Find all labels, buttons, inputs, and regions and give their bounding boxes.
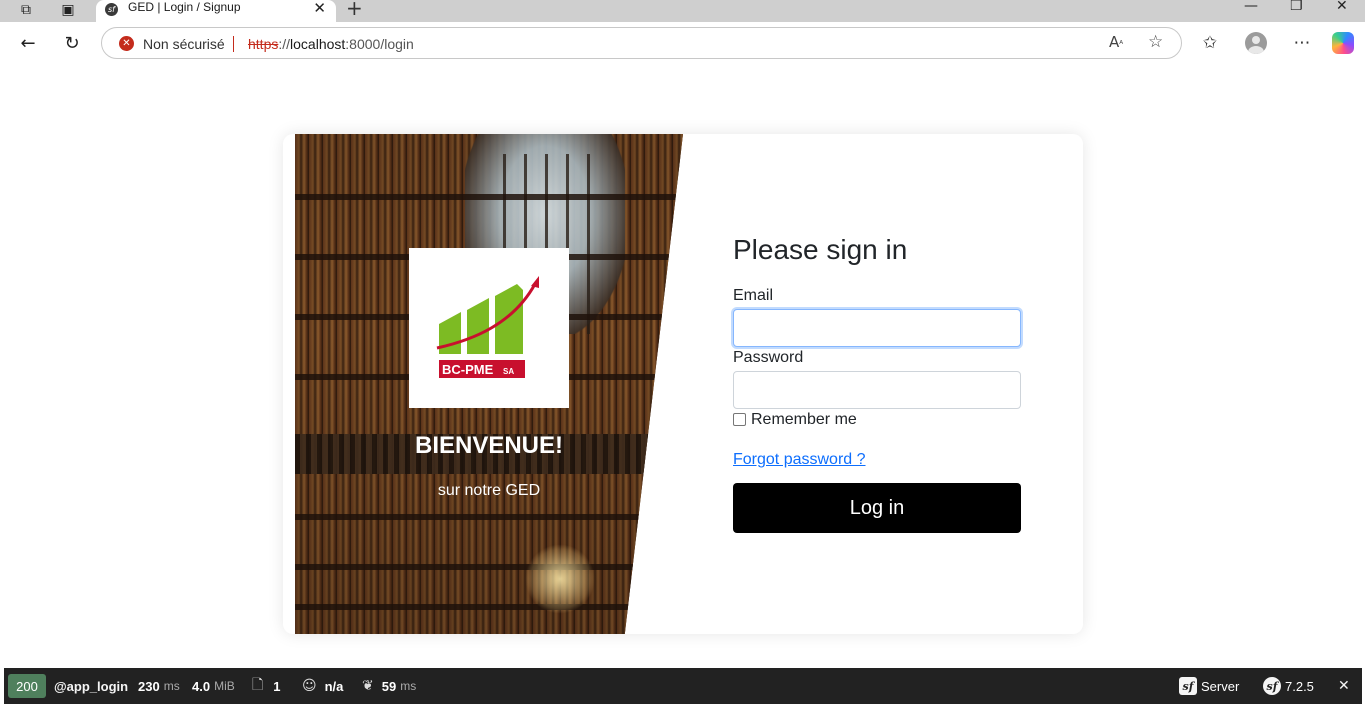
more-icon[interactable]: ⋯	[1289, 30, 1315, 56]
shelf	[295, 194, 683, 200]
requests-item[interactable]: 🗋 1	[252, 668, 281, 704]
file-icon: 🗋	[252, 677, 264, 693]
back-arrow-icon[interactable]: ←	[15, 30, 41, 56]
shelf	[295, 514, 683, 520]
url-scheme: https	[248, 36, 279, 52]
reload-icon[interactable]: ↻	[59, 30, 85, 56]
time-unit: ms	[163, 679, 180, 693]
toolbar-close-icon[interactable]: ✕	[1338, 668, 1350, 704]
browser-tab-active[interactable]: sf GED | Login / Signup ✕	[96, 0, 336, 22]
memory-value: 4.0	[192, 678, 211, 694]
read-aloud-icon[interactable]: Aᴬ	[1109, 33, 1123, 51]
user-item[interactable]: ☺ n/a	[302, 668, 343, 704]
welcome-subtitle: sur notre GED	[437, 482, 541, 499]
symfony-debug-toolbar: 200 @app_login 230 ms 4.0 MiB 🗋 1 ☺ n/a …	[4, 668, 1362, 704]
tab-close-icon[interactable]: ✕	[313, 0, 326, 17]
minimize-icon[interactable]: —	[1244, 0, 1258, 14]
memory-item[interactable]: 4.0 MiB	[192, 668, 235, 704]
restore-icon[interactable]: ❐	[1290, 0, 1303, 14]
bc-pme-logo-icon: BC-PME SA	[436, 276, 539, 378]
copilot-icon[interactable]	[1332, 32, 1354, 54]
server-item[interactable]: sf Server	[1179, 668, 1239, 704]
password-label: Password	[733, 349, 804, 366]
email-label: Email	[733, 287, 774, 304]
email-field[interactable]	[733, 309, 1021, 347]
lamp-glow	[525, 544, 595, 614]
browser-toolbar: ← ↻ ✕ Non sécurisé https://localhost:800…	[0, 22, 1365, 64]
address-bar[interactable]: ✕ Non sécurisé https://localhost:8000/lo…	[101, 27, 1182, 59]
remember-me-checkbox[interactable]	[733, 413, 746, 426]
twig-value: 59	[381, 678, 397, 694]
twig-icon: ❦	[362, 678, 374, 694]
favorites-icon[interactable]: ✩	[1197, 30, 1223, 56]
user-value: n/a	[324, 678, 344, 694]
company-logo: BC-PME SA	[409, 248, 569, 408]
url-separator: ://	[278, 36, 291, 52]
welcome-title: BIENVENUE!	[414, 432, 564, 459]
time-item[interactable]: 230 ms	[138, 668, 180, 704]
tab-bar: ⧉ ▣ sf GED | Login / Signup ✕ + — ❐ ✕	[0, 0, 1365, 22]
twig-unit: ms	[400, 679, 417, 693]
url-path: :8000/login	[345, 36, 414, 52]
symfony-favicon-icon: sf	[105, 3, 118, 16]
route-name: @app_login	[54, 678, 129, 694]
tab-actions-icon[interactable]: ▣	[57, 0, 79, 20]
time-value: 230	[138, 678, 160, 694]
tab-title: GED | Login / Signup	[128, 0, 241, 14]
twig-item[interactable]: ❦ 59 ms	[362, 668, 416, 704]
workspaces-icon[interactable]: ⧉	[15, 0, 37, 20]
profile-avatar[interactable]	[1245, 32, 1267, 54]
version-item[interactable]: sf 7.2.5	[1263, 668, 1314, 704]
route-item[interactable]: @app_login	[54, 668, 128, 704]
server-label: Server	[1201, 678, 1240, 694]
logo-suffix: SA	[503, 367, 514, 376]
symfony-server-icon: sf	[1179, 677, 1197, 695]
new-tab-icon[interactable]: +	[346, 0, 363, 20]
logo-text: BC-PME	[442, 362, 494, 377]
shelf	[295, 564, 683, 570]
status-code-badge[interactable]: 200	[8, 674, 46, 698]
requests-count: 1	[273, 678, 281, 694]
url-host: localhost	[290, 36, 346, 52]
memory-unit: MiB	[214, 679, 235, 693]
window-close-icon[interactable]: ✕	[1336, 0, 1348, 14]
symfony-version: 7.2.5	[1285, 678, 1314, 694]
forgot-password-link[interactable]: Forgot password ?	[733, 451, 866, 469]
login-button[interactable]: Log in	[733, 483, 1021, 533]
user-icon: ☺	[302, 678, 317, 694]
shelf	[295, 604, 683, 610]
not-secure-icon[interactable]: ✕	[119, 36, 134, 51]
symfony-logo-icon: sf	[1263, 677, 1281, 695]
security-label[interactable]: Non sécurisé	[143, 36, 225, 52]
remember-me-label[interactable]: Remember me	[751, 411, 857, 429]
star-icon[interactable]: ☆	[1148, 32, 1163, 52]
url-text[interactable]: https://localhost:8000/login	[248, 36, 414, 52]
address-divider	[233, 36, 234, 52]
password-field[interactable]	[733, 371, 1021, 409]
form-title: Please sign in	[733, 234, 908, 265]
